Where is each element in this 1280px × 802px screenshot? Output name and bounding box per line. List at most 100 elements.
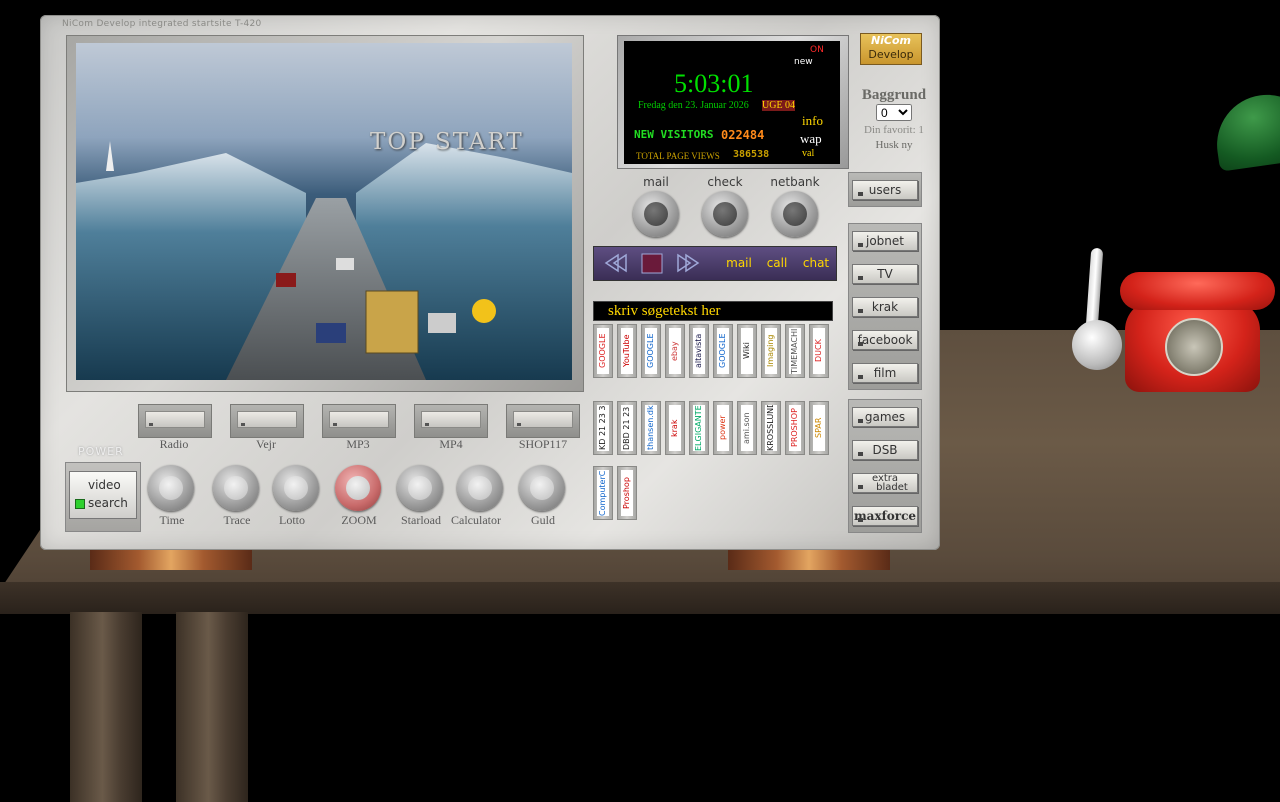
power-panel: video search	[65, 462, 141, 532]
search-engine-tile[interactable]: ebay	[665, 324, 685, 378]
call-media-button[interactable]: call	[758, 247, 797, 280]
search-engine-tile[interactable]: power	[713, 401, 733, 455]
telephone-handset[interactable]	[1120, 272, 1275, 310]
search-engine-tile[interactable]: ELGIGANTEN	[689, 401, 709, 455]
mp3-label: MP3	[346, 437, 370, 451]
starload-knob[interactable]	[397, 465, 443, 511]
nicom-logo[interactable]: NiCom Develop	[860, 33, 922, 65]
krak-button[interactable]: krak	[852, 297, 918, 317]
forward-icon	[677, 253, 700, 273]
jobnet-button[interactable]: jobnet	[852, 231, 918, 251]
background-select[interactable]: 0	[876, 104, 912, 121]
new-visitors-label: NEW VISITORS	[634, 128, 714, 141]
netbank-knob-label: netbank	[770, 175, 820, 189]
wap-link[interactable]: wap	[800, 131, 822, 147]
film-button[interactable]: film	[852, 363, 918, 383]
radio-button[interactable]	[138, 404, 212, 438]
search-bar	[593, 301, 838, 321]
tile-label: YouTube	[621, 328, 633, 374]
lotto-knob[interactable]	[273, 465, 319, 511]
mp4-button[interactable]	[414, 404, 488, 438]
tile-label: Proshop	[621, 470, 633, 516]
val-link[interactable]: val	[802, 148, 814, 159]
tile-label: altavista	[693, 328, 705, 374]
rewind-button[interactable]	[594, 247, 635, 280]
main-screen[interactable]: TOP START	[76, 43, 572, 380]
tile-label: PROSHOP	[789, 405, 801, 451]
screen-overlay-text: TOP START	[370, 129, 524, 155]
tile-label: SPAR	[813, 405, 825, 451]
extra-bladet-button[interactable]: extra bladet	[852, 473, 918, 493]
shop117-button[interactable]	[506, 404, 580, 438]
mail-knob-label: mail	[643, 175, 669, 189]
info-link[interactable]: info	[802, 113, 823, 129]
power-label: POWER	[78, 445, 124, 458]
search-engine-tile[interactable]: Imaging	[761, 324, 781, 378]
mp4-label: MP4	[439, 437, 463, 451]
stop-button[interactable]	[634, 247, 671, 280]
netbank-knob[interactable]	[772, 191, 818, 237]
users-button[interactable]: users	[852, 180, 918, 200]
pen-holder	[1072, 320, 1122, 370]
search-engine-tile[interactable]: KD 21 23 3	[593, 401, 613, 455]
startsite-device: NiCom Develop integrated startsite T-420	[40, 15, 940, 550]
screen-image	[76, 141, 572, 380]
page-views-count: 386538	[733, 149, 770, 160]
search-engine-tile[interactable]: DUCK	[809, 324, 829, 378]
video-search-button[interactable]: video search	[69, 471, 137, 519]
video-label: video	[88, 478, 121, 492]
mp3-button[interactable]	[322, 404, 396, 438]
bladet-label: bladet	[876, 482, 908, 493]
logo-line2: Develop	[868, 48, 914, 61]
mail-media-button[interactable]: mail	[720, 247, 759, 280]
users-panel: users	[848, 172, 922, 207]
page-views-label: TOTAL PAGE VIEWS	[636, 151, 720, 161]
remember-link[interactable]: Husk ny	[848, 139, 940, 151]
power-on-indicator: ON	[810, 45, 824, 55]
background-title: Baggrund	[861, 87, 927, 103]
search-engine-tile[interactable]: YouTube	[617, 324, 637, 378]
chat-media-button[interactable]: chat	[796, 247, 836, 280]
search-engine-tile[interactable]: DBD 21 23 3	[617, 401, 637, 455]
search-input[interactable]	[594, 302, 838, 320]
search-label: search	[88, 496, 128, 510]
gold-label: Guld	[531, 513, 555, 527]
games-button[interactable]: games	[852, 407, 918, 427]
tv-button[interactable]: TV	[852, 264, 918, 284]
search-engine-tile[interactable]: Proshop	[617, 466, 637, 520]
tile-label: TIMEMACHINE	[789, 328, 801, 374]
zoom-knob[interactable]	[335, 465, 381, 511]
check-knob[interactable]	[702, 191, 748, 237]
search-engine-tile[interactable]: ComputerCity	[593, 466, 613, 520]
search-engine-tile[interactable]: altavista	[689, 324, 709, 378]
device-foot	[728, 550, 890, 570]
maxforce-button[interactable]: maxforce	[852, 506, 918, 526]
trace-knob[interactable]	[213, 465, 259, 511]
search-engine-tile[interactable]: thansen.dk	[641, 401, 661, 455]
calculator-knob[interactable]	[457, 465, 503, 511]
forward-button[interactable]	[670, 247, 707, 280]
search-engine-tile[interactable]: ami.son	[737, 401, 757, 455]
weather-button[interactable]	[230, 404, 304, 438]
mail-knob[interactable]	[633, 191, 679, 237]
search-engine-tile[interactable]: KROSSLUND	[761, 401, 781, 455]
search-engine-tile[interactable]: GOOGLE	[593, 324, 613, 378]
search-engine-tile[interactable]: Wiki	[737, 324, 757, 378]
search-engine-tile[interactable]: GOOGLE	[641, 324, 661, 378]
search-engine-tile[interactable]: krak	[665, 401, 685, 455]
clock: 5:03:01	[674, 69, 754, 98]
search-engine-tile[interactable]: SPAR	[809, 401, 829, 455]
search-engine-tile[interactable]: GOOGLE TRIN	[713, 324, 733, 378]
gold-knob[interactable]	[519, 465, 565, 511]
search-engine-tile[interactable]: TIMEMACHINE	[785, 324, 805, 378]
tile-label: DBD 21 23 3	[621, 405, 633, 451]
facebook-button[interactable]: facebook	[852, 330, 918, 350]
dsb-button[interactable]: DSB	[852, 440, 918, 460]
power-led-icon	[75, 499, 85, 509]
time-knob[interactable]	[148, 465, 194, 511]
tile-label: GOOGLE	[645, 328, 657, 374]
search-engine-tile[interactable]: PROSHOP	[785, 401, 805, 455]
display-frame: ON new 5:03:01 Fredag den 23. Januar 202…	[617, 35, 849, 169]
tile-label: DUCK	[813, 328, 825, 374]
telephone-dial[interactable]	[1165, 318, 1223, 376]
